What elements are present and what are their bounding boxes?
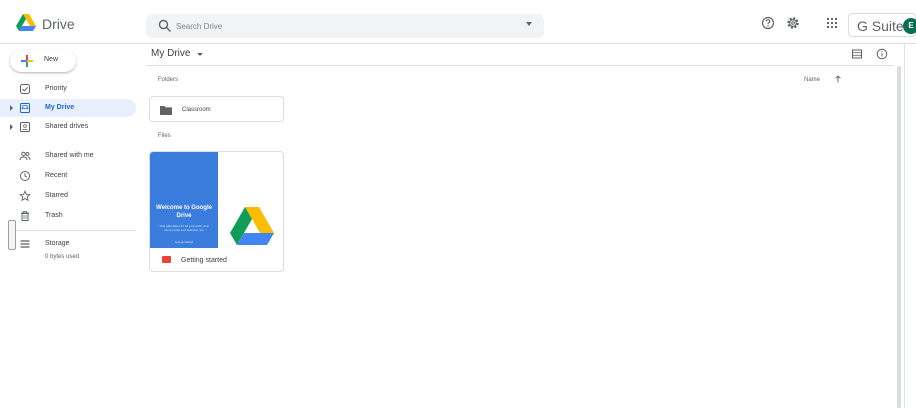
- sidebar-item-label: Starred: [45, 192, 68, 199]
- page-title[interactable]: My Drive: [151, 48, 190, 59]
- drive-logo-icon: [230, 207, 274, 245]
- my-drive-icon: [20, 103, 30, 113]
- shared-drives-icon: [20, 122, 30, 132]
- help-icon[interactable]: [761, 16, 775, 30]
- sidebar-item-shared-with-me[interactable]: Shared with me: [0, 147, 136, 165]
- plus-icon: [21, 55, 33, 67]
- thumbnail-title: Welcome to Google Drive: [156, 205, 212, 219]
- priority-icon: [20, 84, 30, 94]
- expand-caret-icon[interactable]: [10, 124, 13, 130]
- new-button-label: New: [44, 56, 59, 63]
- sidebar-item-storage[interactable]: Storage: [0, 235, 136, 253]
- list-view-icon[interactable]: [851, 48, 863, 60]
- content-divider: [146, 65, 894, 66]
- side-panel-handle[interactable]: [8, 220, 16, 250]
- pdf-icon: [162, 256, 171, 263]
- thumbnail-link-text: Let's get started: [175, 241, 193, 244]
- search-input[interactable]: [176, 18, 506, 34]
- shared-with-me-icon: [19, 151, 31, 161]
- trash-icon: [21, 211, 29, 221]
- sidebar-item-my-drive[interactable]: My Drive: [0, 99, 136, 117]
- sidebar-item-label: Recent: [45, 172, 68, 179]
- sidebar-item-recent[interactable]: Recent: [0, 167, 136, 185]
- thumbnail-logo-panel: [218, 152, 283, 248]
- thumbnail-subtitle: One safe place for all your work, and so…: [159, 224, 209, 232]
- sidebar-item-trash[interactable]: Trash: [0, 207, 136, 225]
- expand-caret-icon[interactable]: [10, 105, 13, 111]
- clock-icon: [20, 171, 30, 181]
- files-section-label: Files: [158, 133, 171, 139]
- arrow-up-icon[interactable]: [834, 75, 842, 83]
- sidebar-item-starred[interactable]: Starred: [0, 187, 136, 205]
- sidebar-divider: [10, 230, 136, 231]
- folder-name: Classroom: [182, 107, 211, 113]
- file-thumbnail: Welcome to Google Drive One safe place f…: [150, 152, 218, 248]
- sidebar-item-label: Trash: [45, 212, 63, 219]
- folder-card[interactable]: Classroom: [149, 96, 284, 122]
- star-icon: [19, 190, 31, 202]
- sidebar-item-shared-drives[interactable]: Shared drives: [0, 118, 136, 136]
- search-box[interactable]: [146, 14, 544, 38]
- sidebar-item-label: My Drive: [45, 104, 75, 111]
- app-name[interactable]: Drive: [42, 16, 75, 32]
- settings-icon[interactable]: [786, 16, 800, 30]
- top-bar: Drive G Suite E: [0, 0, 916, 44]
- search-icon[interactable]: [158, 19, 172, 33]
- file-footer: Getting started: [150, 248, 283, 271]
- chevron-down-icon[interactable]: [197, 53, 203, 56]
- sidebar-item-label: Priority: [45, 85, 67, 92]
- sidebar-item-priority[interactable]: Priority: [0, 80, 136, 98]
- drive-logo-icon[interactable]: [16, 14, 36, 32]
- account-avatar[interactable]: E: [903, 18, 916, 34]
- scrollbar-thumb[interactable]: [897, 66, 901, 408]
- sort-by-name-label[interactable]: Name: [804, 77, 820, 83]
- storage-icon: [20, 240, 30, 248]
- search-options-dropdown-icon[interactable]: [526, 22, 532, 26]
- sidebar-item-label: Shared with me: [45, 152, 94, 159]
- sidebar-item-label: Shared drives: [45, 123, 89, 130]
- storage-usage-text: 0 bytes used: [45, 254, 80, 260]
- new-button[interactable]: New: [10, 50, 76, 72]
- info-icon[interactable]: [876, 48, 888, 60]
- side-panel-rail: [904, 44, 916, 408]
- file-card[interactable]: Welcome to Google Drive One safe place f…: [149, 151, 284, 272]
- gsuite-label: G Suite: [857, 18, 904, 34]
- storage-label: Storage: [45, 240, 70, 247]
- file-name: Getting started: [181, 257, 227, 264]
- apps-grid-icon[interactable]: [825, 16, 839, 30]
- folder-icon: [160, 106, 172, 115]
- folders-section-label: Folders: [158, 77, 179, 83]
